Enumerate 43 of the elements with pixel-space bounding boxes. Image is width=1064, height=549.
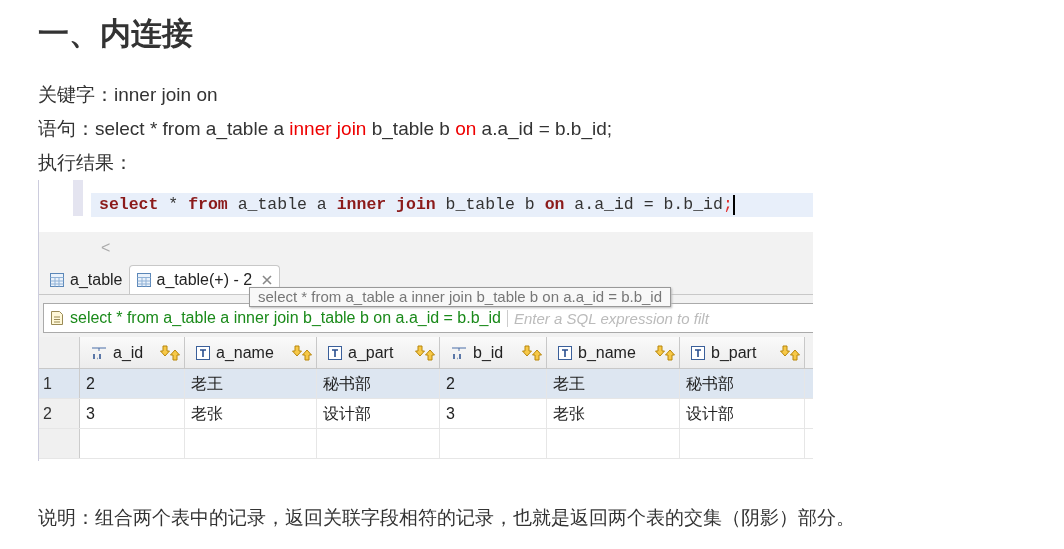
text-type-icon <box>690 344 706 361</box>
result-tab[interactable]: a_table(+) - 2 <box>128 265 281 294</box>
tooltip: select * from a_table a inner join b_table b on a.a_id = b.b_id <box>249 287 672 307</box>
table-cell: 秘书部 <box>680 369 805 398</box>
column-header[interactable]: b_name <box>547 337 680 368</box>
sort-icon[interactable] <box>655 343 675 362</box>
table-icon <box>135 272 152 288</box>
table-cell: 2 <box>440 369 547 398</box>
column-header[interactable]: b_id <box>440 337 547 368</box>
column-header[interactable]: a_part <box>317 337 440 368</box>
table-cell: 3 <box>80 399 185 428</box>
table-cell: 老张 <box>185 399 317 428</box>
table-cell: 3 <box>440 399 547 428</box>
result-tab[interactable]: a_table <box>43 266 129 294</box>
keyword-line: 关键字：inner join on <box>38 83 219 107</box>
document-icon <box>50 310 64 326</box>
sort-icon[interactable] <box>415 343 435 362</box>
column-header[interactable]: a_id <box>80 337 185 368</box>
text-type-icon <box>557 344 573 361</box>
table-icon <box>49 272 65 288</box>
table-cell: 老王 <box>547 369 680 398</box>
number-type-icon <box>450 344 468 361</box>
text-type-icon <box>327 344 343 361</box>
column-header[interactable]: b_part <box>680 337 805 368</box>
sort-icon[interactable] <box>522 343 542 362</box>
explanation-text: 说明：组合两个表中的记录，返回关联字段相符的记录，也就是返回两个表的交集（阴影）部分。 <box>38 506 856 530</box>
table-cell: 2 <box>80 369 185 398</box>
number-type-icon <box>90 344 108 361</box>
sort-icon[interactable] <box>292 343 312 362</box>
close-icon[interactable] <box>261 274 274 286</box>
column-header[interactable]: a_name <box>185 337 317 368</box>
sort-icon[interactable] <box>160 343 180 362</box>
row-number: 2 <box>39 399 80 428</box>
table-cell: 设计部 <box>317 399 440 428</box>
table-cell: 老张 <box>547 399 680 428</box>
result-label: 执行结果： <box>38 151 134 175</box>
text-type-icon <box>195 344 211 361</box>
sort-icon[interactable] <box>780 343 800 362</box>
table-cell: 设计部 <box>680 399 805 428</box>
table-cell: 老王 <box>185 369 317 398</box>
table-cell: 秘书部 <box>317 369 440 398</box>
statement-line: 语句：select * from a_table a inner join b_table b on a.a_id = b.b_id; <box>38 117 614 142</box>
section-heading: 一、内连接 <box>38 15 194 53</box>
